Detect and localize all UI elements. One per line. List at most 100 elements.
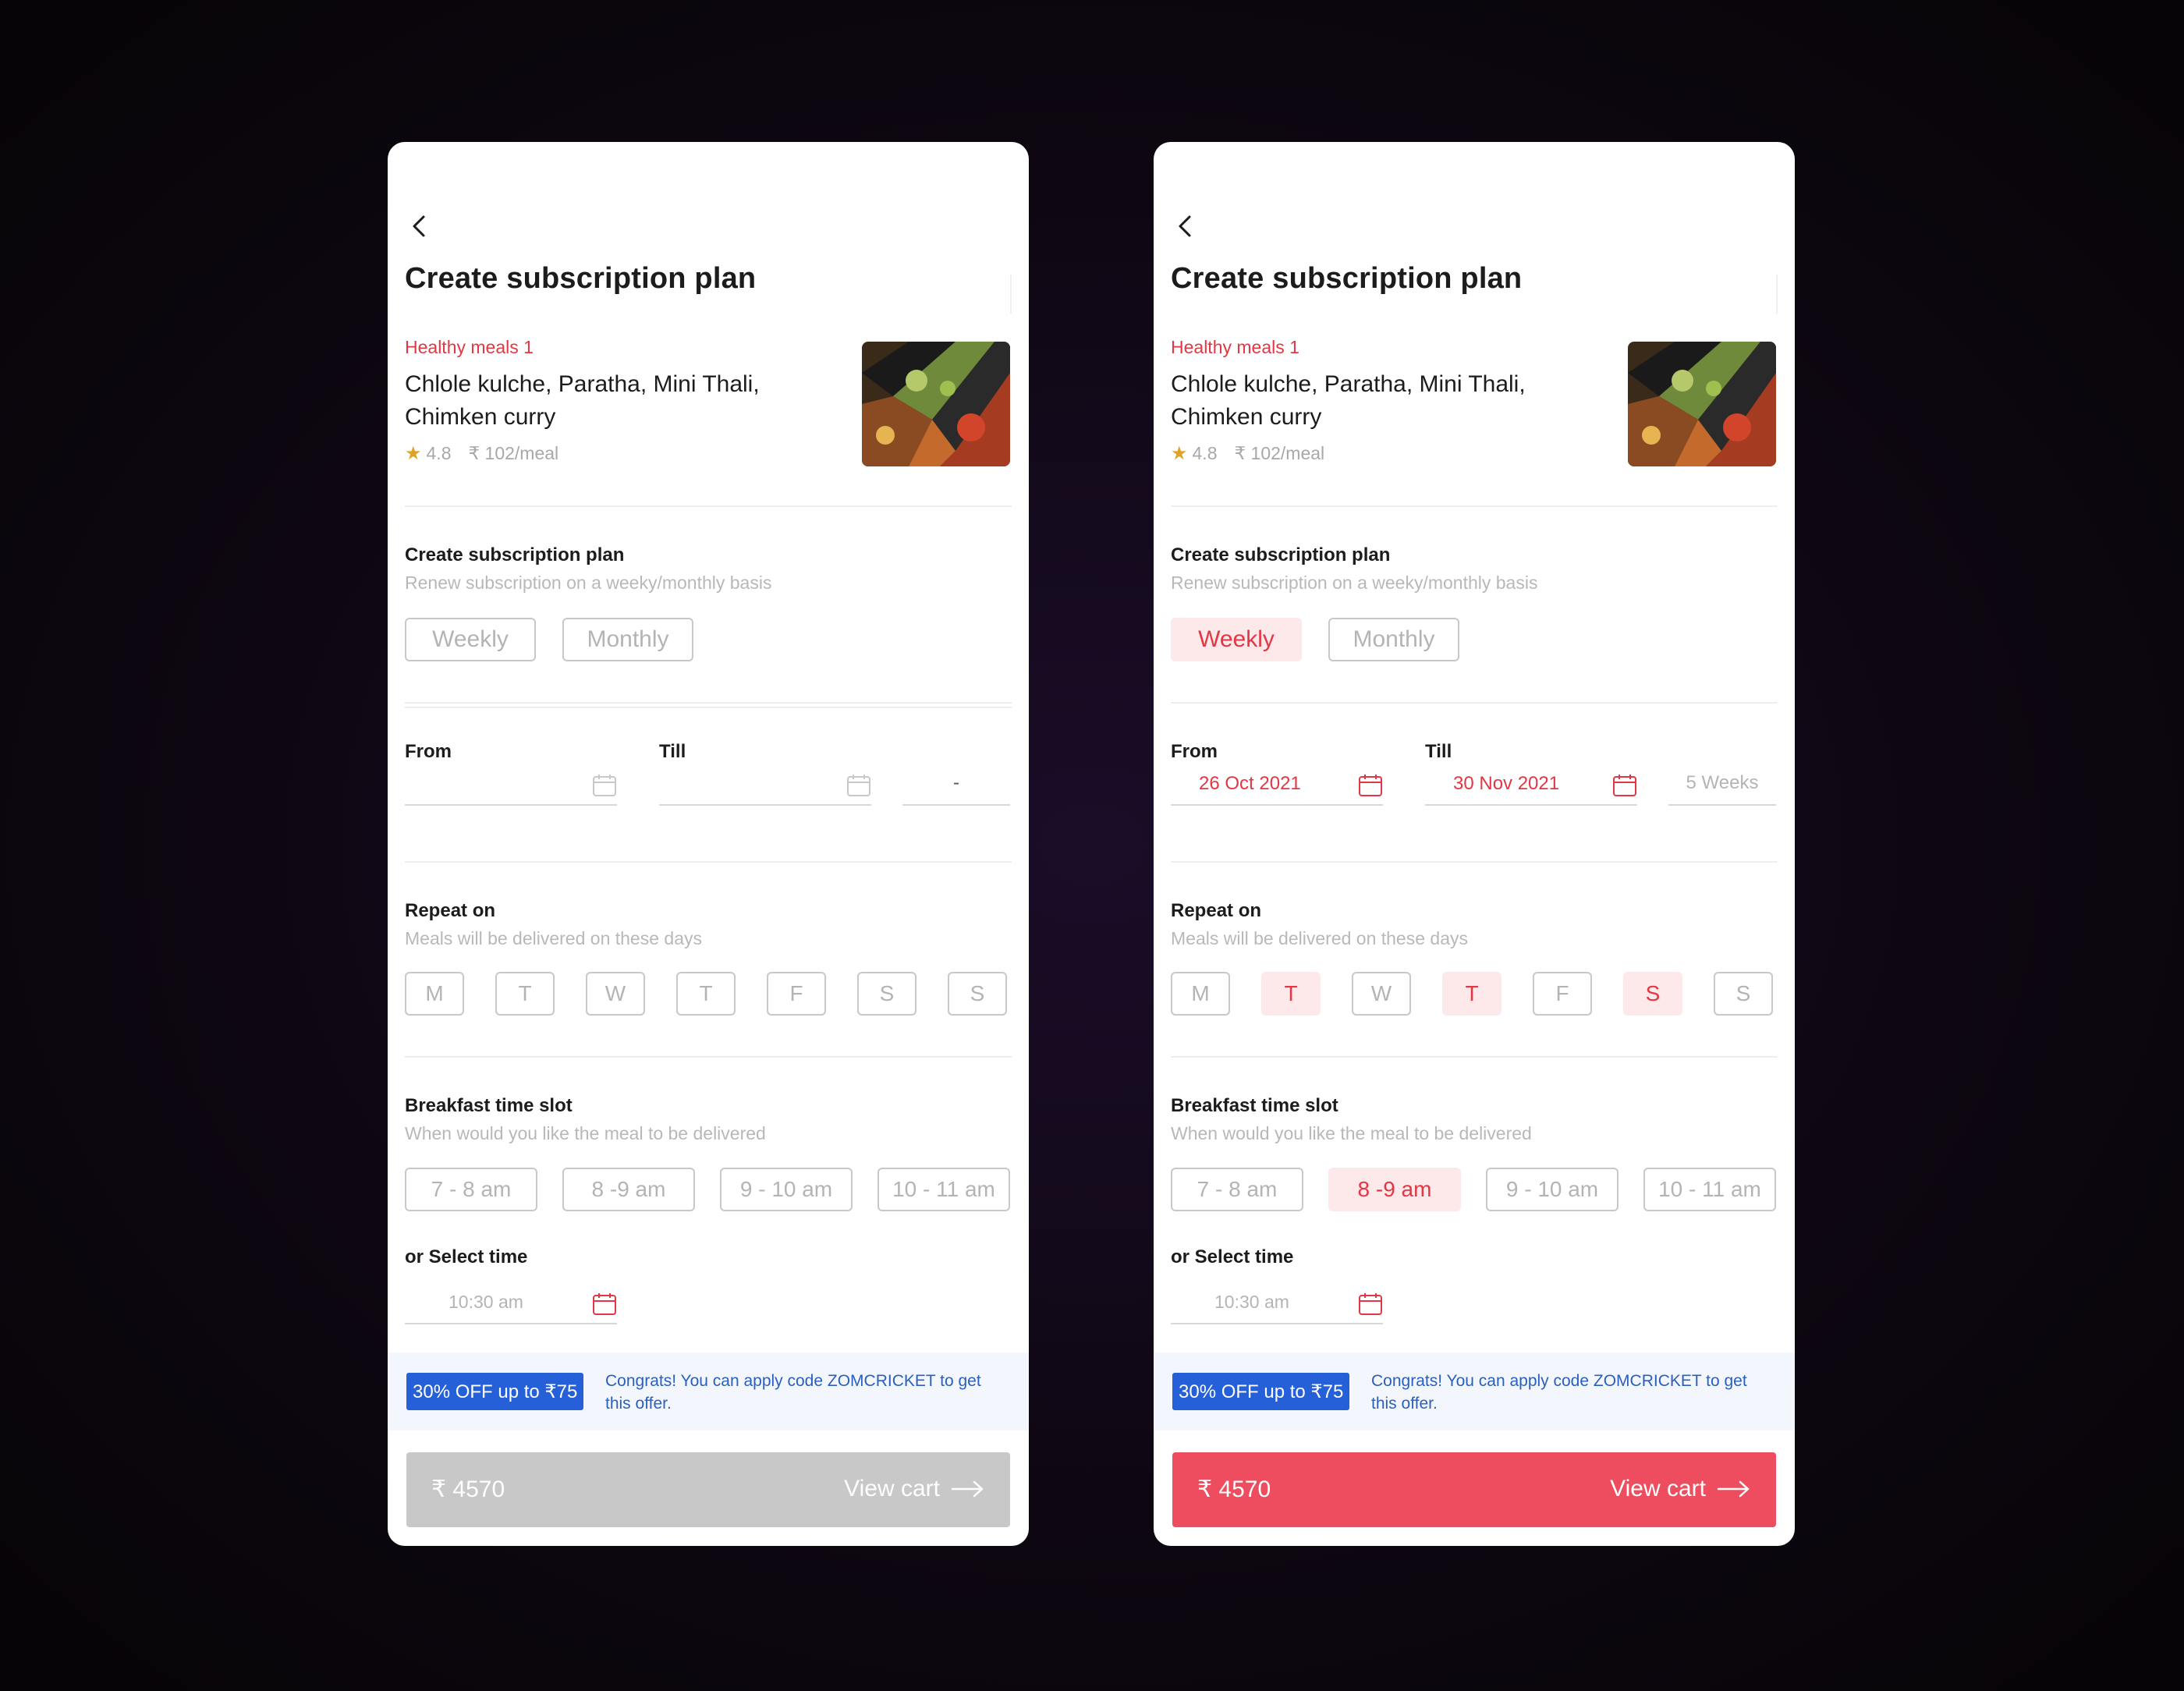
duration-field: - [902,762,1010,806]
calendar-icon[interactable] [1612,773,1637,798]
duration-field: 5 Weeks [1668,762,1776,806]
meal-name: Chlole kulche, Paratha, Mini Thali, Chim… [1171,371,1526,430]
cart-total: ₹ 4570 [431,1477,505,1502]
page-title: Create subscription plan [405,262,757,295]
day-tuesday[interactable]: T [1261,972,1321,1016]
plan-monthly-button[interactable]: Monthly [562,618,693,661]
meal-rating: 4.8 [426,443,452,463]
subscription-screen-filled: Create subscription plan Healthy meals 1… [1154,142,1795,1546]
meal-image [1628,342,1776,466]
offer-banner: 30% OFF up to ₹75 Congrats! You can appl… [1154,1352,1795,1430]
day-friday[interactable]: F [1533,972,1592,1016]
view-cart-label: View cart [1610,1476,1706,1501]
day-saturday[interactable]: S [1623,972,1682,1016]
day-sunday[interactable]: S [1714,972,1773,1016]
time-value: 10:30 am [1214,1292,1289,1312]
day-monday[interactable]: M [405,972,464,1016]
divider [1171,702,1778,704]
day-thursday[interactable]: T [1442,972,1502,1016]
slot-section-title: Breakfast time slot [405,1095,573,1116]
calendar-icon[interactable] [1358,1292,1383,1317]
meal-rating: 4.8 [1192,443,1218,463]
day-wednesday[interactable]: W [1352,972,1411,1016]
back-arrow-icon[interactable] [405,211,436,242]
calendar-icon[interactable] [846,773,871,798]
from-label: From [405,741,452,762]
plan-weekly-button[interactable]: Weekly [1171,618,1302,661]
calendar-icon[interactable] [1358,773,1383,798]
page-title: Create subscription plan [1171,262,1523,295]
view-cart-button[interactable]: ₹ 4570 View cart [406,1452,1010,1527]
repeat-section-subtitle: Meals will be delivered on these days [1171,928,1468,948]
meal-image [862,342,1010,466]
calendar-icon[interactable] [592,1292,617,1317]
divider [1171,861,1778,863]
day-sunday[interactable]: S [948,972,1007,1016]
divider [405,505,1012,507]
from-label: From [1171,741,1218,762]
slot-section-subtitle: When would you like the meal to be deliv… [1171,1123,1532,1143]
from-date-value: 26 Oct 2021 [1199,773,1301,794]
meal-price: ₹ 102/meal [468,443,559,463]
from-date-field[interactable]: 26 Oct 2021 [1171,762,1383,806]
slot-8-9[interactable]: 8 -9 am [1328,1168,1461,1211]
repeat-section-title: Repeat on [405,900,496,921]
meal-meta: ★ 4.8 ₹ 102/meal [1171,442,1324,465]
slot-9-10[interactable]: 9 - 10 am [720,1168,853,1211]
select-time-field[interactable]: 10:30 am [1171,1281,1383,1324]
scroll-indicator [1010,275,1012,314]
plan-section-title: Create subscription plan [405,544,625,565]
day-monday[interactable]: M [1171,972,1230,1016]
day-thursday[interactable]: T [676,972,736,1016]
offer-banner: 30% OFF up to ₹75 Congrats! You can appl… [388,1352,1029,1430]
slot-10-11[interactable]: 10 - 11 am [1643,1168,1776,1211]
back-arrow-icon[interactable] [1171,211,1202,242]
divider [405,861,1012,863]
scroll-indicator [1776,275,1778,314]
slot-section-subtitle: When would you like the meal to be deliv… [405,1123,766,1143]
view-cart-cta: View cart [844,1476,985,1502]
slot-9-10[interactable]: 9 - 10 am [1486,1168,1618,1211]
till-date-field[interactable]: 30 Nov 2021 [1425,762,1637,806]
calendar-icon[interactable] [592,773,617,798]
plan-weekly-button[interactable]: Weekly [405,618,536,661]
time-value: 10:30 am [448,1292,523,1312]
divider [405,707,1012,708]
select-time-field[interactable]: 10:30 am [405,1281,617,1324]
star-icon: ★ [1171,443,1188,464]
repeat-section-title: Repeat on [1171,900,1262,921]
plan-section-title: Create subscription plan [1171,544,1391,565]
slot-10-11[interactable]: 10 - 11 am [878,1168,1010,1211]
select-time-label: or Select time [405,1246,528,1267]
slot-8-9[interactable]: 8 -9 am [562,1168,695,1211]
offer-badge: 30% OFF up to ₹75 [406,1373,584,1410]
slot-7-8[interactable]: 7 - 8 am [405,1168,537,1211]
offer-message: Congrats! You can apply code ZOMCRICKET … [605,1372,981,1413]
offer-message: Congrats! You can apply code ZOMCRICKET … [1371,1372,1747,1413]
star-icon: ★ [405,443,422,464]
meal-price: ₹ 102/meal [1234,443,1325,463]
from-date-field[interactable] [405,762,617,806]
till-date-value: 30 Nov 2021 [1453,773,1560,794]
day-saturday[interactable]: S [857,972,916,1016]
plan-section-subtitle: Renew subscription on a weeky/monthly ba… [405,573,772,593]
meal-meta: ★ 4.8 ₹ 102/meal [405,442,558,465]
arrow-right-icon [1717,1480,1750,1498]
day-friday[interactable]: F [767,972,826,1016]
day-wednesday[interactable]: W [586,972,645,1016]
subscription-screen-empty: Create subscription plan Healthy meals 1… [388,142,1029,1546]
meal-category: Healthy meals 1 [1171,337,1299,357]
plan-monthly-button[interactable]: Monthly [1328,618,1459,661]
day-tuesday[interactable]: T [495,972,555,1016]
plan-section-subtitle: Renew subscription on a weeky/monthly ba… [1171,573,1538,593]
offer-badge: 30% OFF up to ₹75 [1172,1373,1350,1410]
till-date-field[interactable] [659,762,871,806]
view-cart-cta: View cart [1610,1476,1751,1502]
divider [405,702,1012,704]
divider [1171,505,1778,507]
till-label: Till [659,741,686,762]
view-cart-button[interactable]: ₹ 4570 View cart [1172,1452,1776,1527]
select-time-label: or Select time [1171,1246,1294,1267]
slot-7-8[interactable]: 7 - 8 am [1171,1168,1303,1211]
meal-name: Chlole kulche, Paratha, Mini Thali, Chim… [405,371,760,430]
